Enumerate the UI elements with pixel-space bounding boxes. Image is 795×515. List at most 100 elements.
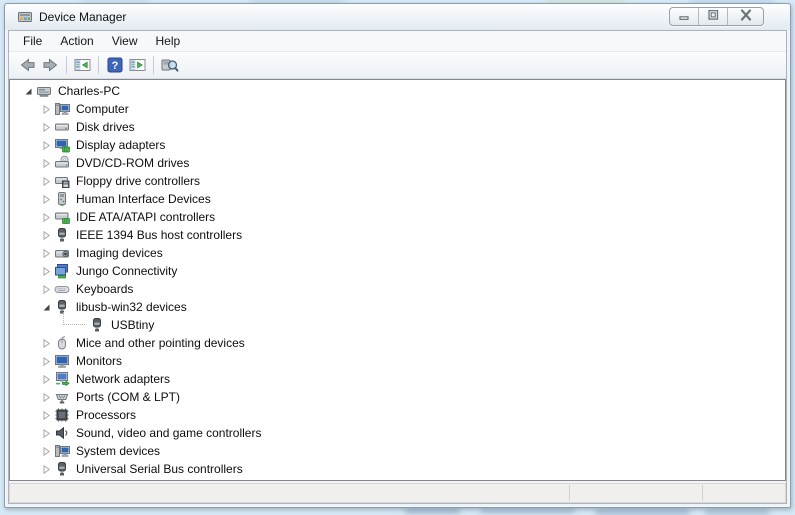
menu-view[interactable]: View — [103, 32, 147, 51]
collapsed-triangle-icon[interactable] — [40, 121, 53, 133]
device-manager-icon — [17, 9, 33, 25]
statusbar-separator — [702, 485, 703, 501]
menu-help[interactable]: Help — [147, 32, 190, 51]
floppy-controller-icon — [53, 173, 70, 189]
tree-item-label: libusb-win32 devices — [74, 300, 189, 314]
serial-port-icon — [53, 389, 70, 405]
back-button[interactable] — [16, 54, 39, 77]
statusbar — [9, 483, 786, 503]
tree-item-label: Ports (COM & LPT) — [74, 390, 182, 404]
statusbar-separator — [569, 485, 570, 501]
disk-drive-icon — [53, 119, 70, 135]
arrow-right-icon — [42, 58, 59, 72]
tree-item-label: Floppy drive controllers — [74, 174, 202, 188]
help-icon: ? — [107, 57, 123, 73]
menu-file[interactable]: File — [14, 32, 51, 51]
background-blur — [595, 510, 690, 514]
tree-item-label: Human Interface Devices — [74, 192, 213, 206]
display-adapter-icon — [53, 137, 70, 153]
collapsed-triangle-icon[interactable] — [40, 229, 53, 241]
svg-text:?: ? — [111, 60, 118, 72]
collapsed-triangle-icon[interactable] — [40, 283, 53, 295]
collapsed-triangle-icon[interactable] — [40, 103, 53, 115]
show-console-tree-button[interactable] — [71, 54, 94, 77]
tree-item-disk-drives[interactable]: Disk drives — [10, 118, 785, 136]
collapsed-triangle-icon[interactable] — [40, 265, 53, 277]
minimize-button[interactable] — [670, 8, 699, 25]
close-button[interactable] — [728, 8, 763, 25]
tree-item-label: DVD/CD-ROM drives — [74, 156, 191, 170]
background-blur — [705, 510, 770, 514]
tree-item-computer[interactable]: Computer — [10, 100, 785, 118]
scan-icon — [161, 57, 179, 73]
window-title: Device Manager — [39, 10, 126, 24]
expanded-triangle-icon[interactable] — [22, 85, 35, 97]
tree-item-processors[interactable]: Processors — [10, 406, 785, 424]
tree-item-system-devices[interactable]: System devices — [10, 442, 785, 460]
collapsed-triangle-icon[interactable] — [40, 355, 53, 367]
tree-item-universal-serial-bus-controllers[interactable]: Universal Serial Bus controllers — [10, 460, 785, 478]
tree-item-ports-com-lpt[interactable]: Ports (COM & LPT) — [10, 388, 785, 406]
minimize-icon — [677, 9, 691, 24]
collapsed-triangle-icon[interactable] — [40, 175, 53, 187]
collapsed-triangle-icon[interactable] — [40, 139, 53, 151]
toolbar: ? — [9, 52, 786, 79]
tree-item-label: Mice and other pointing devices — [74, 336, 247, 350]
collapsed-triangle-icon[interactable] — [40, 409, 53, 421]
tree-item-floppy-drive-controllers[interactable]: Floppy drive controllers — [10, 172, 785, 190]
tree-item-jungo-connectivity[interactable]: Jungo Connectivity — [10, 262, 785, 280]
computer-icon — [53, 101, 70, 117]
jungo-icon — [53, 263, 70, 279]
tree-item-label: Jungo Connectivity — [74, 264, 179, 278]
background-blur — [405, 509, 460, 513]
collapsed-triangle-icon[interactable] — [40, 211, 53, 223]
collapsed-triangle-icon[interactable] — [40, 247, 53, 259]
tree-item-imaging-devices[interactable]: Imaging devices — [10, 244, 785, 262]
collapsed-triangle-icon[interactable] — [40, 157, 53, 169]
show-action-pane-button[interactable] — [126, 54, 149, 77]
tree-item-usbtiny[interactable]: USBtiny — [10, 316, 785, 334]
expanded-triangle-icon[interactable] — [40, 301, 53, 313]
menu-action[interactable]: Action — [51, 32, 102, 51]
sound-icon — [53, 425, 70, 441]
tree-item-keyboards[interactable]: Keyboards — [10, 280, 785, 298]
tree-item-monitors[interactable]: Monitors — [10, 352, 785, 370]
toolbar-separator — [98, 56, 99, 74]
tree-item-charles-pc[interactable]: Charles-PC — [10, 82, 785, 100]
client-area: FileActionViewHelp ? Charles-PCComputerD… — [8, 30, 787, 504]
maximize-button[interactable] — [699, 8, 728, 25]
help-button[interactable]: ? — [103, 54, 126, 77]
tree-item-sound-video-and-game-controllers[interactable]: Sound, video and game controllers — [10, 424, 785, 442]
tree-item-libusb-win32-devices[interactable]: libusb-win32 devices — [10, 298, 785, 316]
tree-item-label: System devices — [74, 444, 162, 458]
scan-for-hardware-changes-button[interactable] — [158, 54, 181, 77]
close-icon — [739, 9, 753, 24]
action-pane-icon — [129, 57, 146, 73]
tree-item-human-interface-devices[interactable]: Human Interface Devices — [10, 190, 785, 208]
collapsed-triangle-icon[interactable] — [40, 427, 53, 439]
tree-item-label: Sound, video and game controllers — [74, 426, 263, 440]
titlebar[interactable]: Device Manager — [5, 4, 790, 30]
collapsed-triangle-icon[interactable] — [40, 445, 53, 457]
system-devices-icon — [53, 443, 70, 459]
keyboard-icon — [53, 281, 70, 297]
collapsed-triangle-icon[interactable] — [40, 373, 53, 385]
usb-plug-icon — [53, 461, 70, 477]
collapsed-triangle-icon[interactable] — [40, 391, 53, 403]
tree-item-display-adapters[interactable]: Display adapters — [10, 136, 785, 154]
mouse-icon — [53, 335, 70, 351]
tree-item-ide-ata-atapi-controllers[interactable]: IDE ATA/ATAPI controllers — [10, 208, 785, 226]
tree-item-network-adapters[interactable]: Network adapters — [10, 370, 785, 388]
tree-item-label: Display adapters — [74, 138, 167, 152]
tree-item-mice-and-other-pointing-devices[interactable]: Mice and other pointing devices — [10, 334, 785, 352]
forward-button[interactable] — [39, 54, 62, 77]
tree-item-dvd-cd-rom-drives[interactable]: DVD/CD-ROM drives — [10, 154, 785, 172]
tree-item-ieee-1394-bus-host-controllers[interactable]: IEEE 1394 Bus host controllers — [10, 226, 785, 244]
collapsed-triangle-icon[interactable] — [40, 337, 53, 349]
background-blur — [480, 509, 575, 513]
collapsed-triangle-icon[interactable] — [40, 193, 53, 205]
hid-icon — [53, 191, 70, 207]
tree-item-label: Processors — [74, 408, 138, 422]
collapsed-triangle-icon[interactable] — [40, 463, 53, 475]
usb-plug-icon — [53, 227, 70, 243]
